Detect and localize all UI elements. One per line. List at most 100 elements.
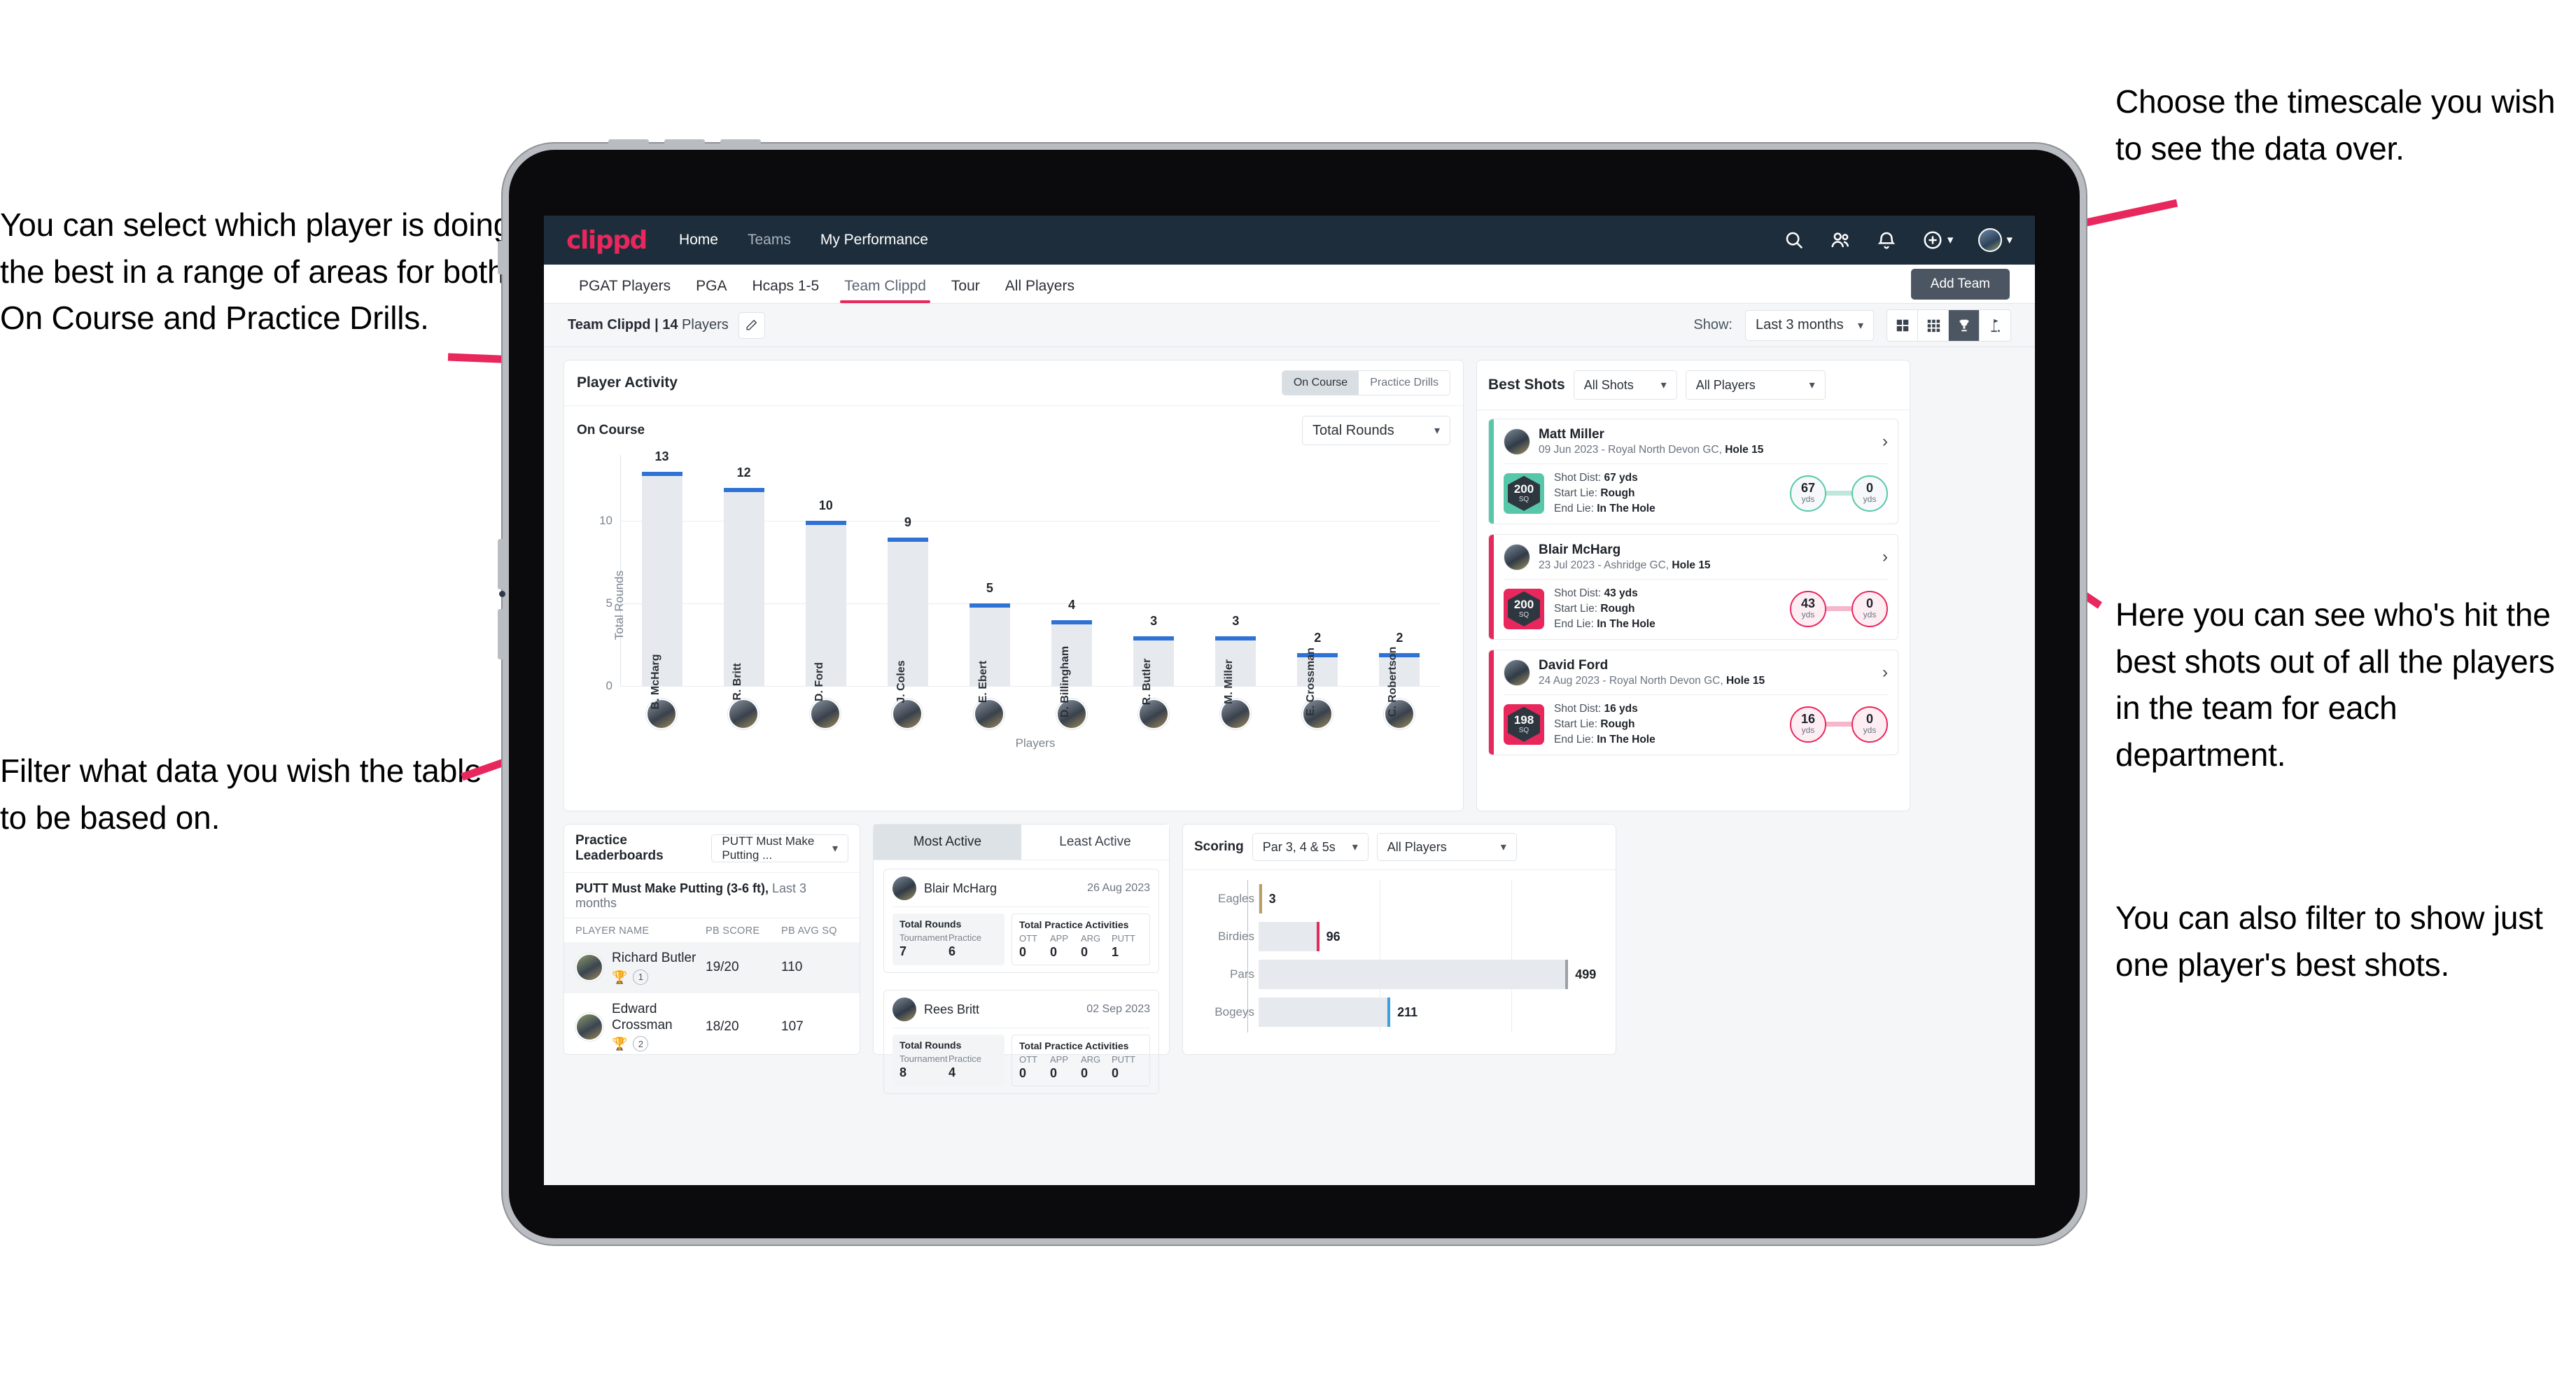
best-shot-card[interactable]: David Ford 24 Aug 2023 - Royal North Devo… — [1488, 649, 1898, 755]
player-avatar-cell — [948, 699, 1030, 729]
scoring-bar-tip — [1565, 960, 1569, 989]
metric-select[interactable]: Total Rounds ▾ — [1302, 416, 1450, 445]
chart-bar-column[interactable]: 3 R. Butler — [1113, 455, 1195, 705]
drill-select[interactable]: PUTT Must Make Putting ... ▾ — [711, 834, 848, 862]
chart-bar-column[interactable]: 13 B. McHarg — [621, 449, 703, 710]
divider — [892, 906, 1150, 907]
chart-bar[interactable]: 5 E. Ebert — [969, 581, 1010, 703]
scoring-bar — [1259, 960, 1569, 989]
par-select[interactable]: Par 3, 4 & 5s ▾ — [1252, 833, 1368, 861]
chart-bar-column[interactable]: 10 D. Ford — [785, 455, 867, 701]
chevron-right-icon[interactable]: › — [1882, 547, 1888, 567]
edit-team-button[interactable] — [738, 312, 765, 339]
tab-pgat-players[interactable]: PGAT Players — [566, 278, 683, 303]
player-avatar[interactable] — [810, 699, 841, 729]
chart-bar[interactable]: 4 D. Billingham — [1051, 598, 1093, 718]
tab-pga[interactable]: PGA — [683, 278, 739, 303]
chart-bar[interactable]: 2 C. Robertson — [1379, 631, 1420, 717]
chart-bar-column[interactable]: 9 J. Coles — [867, 455, 948, 704]
tab-least-active[interactable]: Least Active — [1021, 825, 1169, 860]
tab-team-clippd[interactable]: Team Clippd — [832, 278, 939, 303]
activity-card: Most Active Least Active Blair McHarg 26 … — [873, 824, 1170, 1094]
scoring-bar-tip — [1259, 884, 1262, 913]
chart-bar-column[interactable]: 2 C. Robertson — [1359, 455, 1441, 717]
list-item[interactable]: Blair McHarg 26 Aug 2023 Total Rounds Tourn… — [874, 860, 1169, 981]
add-menu[interactable]: ▾ — [1922, 230, 1953, 251]
chevron-right-icon[interactable]: › — [1882, 432, 1888, 451]
tab-hcaps-1-5[interactable]: Hcaps 1-5 — [739, 278, 832, 303]
chart-bar[interactable]: 12 R. Britt — [723, 465, 764, 701]
period-select[interactable]: Last 3 months ▾ — [1745, 309, 1874, 341]
scoring-bar-row[interactable]: Bogeys 211 — [1214, 993, 1604, 1031]
user-menu[interactable]: ▾ — [1978, 228, 2012, 252]
view-grid-large-button[interactable] — [1887, 309, 1918, 341]
view-golf-flag-button[interactable] — [1980, 310, 2010, 341]
best-shot-card[interactable]: Blair McHarg 23 Jul 2023 - Ashridge GC, H… — [1488, 533, 1898, 640]
shot-end-node: 0 yds — [1851, 706, 1888, 743]
chart-bar-label: D. Billingham — [1059, 645, 1072, 718]
best-shots-shot-filter[interactable]: All Shots ▾ — [1573, 370, 1677, 400]
best-shots-list: Matt Miller 09 Jun 2023 - Royal North Dev… — [1477, 410, 1910, 764]
scoring-bar-row[interactable]: Eagles 3 — [1218, 880, 1604, 918]
divider — [1504, 578, 1888, 580]
chart-bar-value: 13 — [654, 449, 669, 463]
tab-all-players[interactable]: All Players — [993, 278, 1087, 303]
table-row[interactable]: Edward Crossman 🏆 2 18/20 107 — [564, 993, 860, 1060]
list-item[interactable]: Rees Britt 02 Sep 2023 Total Rounds Tournam… — [874, 981, 1169, 1102]
scoring-bar-row[interactable]: Pars 499 — [1230, 955, 1604, 993]
chart-bar-column[interactable]: 12 R. Britt — [703, 455, 785, 701]
player-avatar[interactable] — [974, 699, 1005, 729]
chart-bar-column[interactable]: 3 M. Miller — [1195, 455, 1277, 704]
segment-practice-drills[interactable]: Practice Drills — [1359, 371, 1450, 395]
clippd-logo[interactable]: clippd — [566, 226, 648, 255]
player-avatar[interactable] — [727, 699, 759, 729]
chart-bar-label: C. Robertson — [1387, 646, 1399, 718]
chart-bar[interactable]: 3 M. Miller — [1215, 614, 1256, 704]
view-trophy-button[interactable] — [1949, 309, 1980, 341]
chart-bar[interactable]: 10 D. Ford — [805, 498, 846, 701]
plus-circle-icon[interactable] — [1922, 230, 1943, 251]
nav-item-my-performance[interactable]: My Performance — [820, 232, 928, 248]
people-icon[interactable] — [1830, 230, 1851, 251]
scoring-bar-row[interactable]: Birdies 96 — [1218, 918, 1604, 955]
player-activity-chart: Total Rounds 0 5 10 13 B. McHarg 12 R. Britt 10… — [564, 449, 1463, 811]
chart-bar-label: M. Miller — [1223, 659, 1236, 705]
shot-details: Shot Dist: 16 yds Start Lie: Rough End Lie… — [1554, 701, 1656, 748]
chart-bar[interactable]: 3 R. Butler — [1133, 614, 1175, 705]
practice-leaderboards-title: Practice Leaderboards — [575, 833, 664, 863]
tab-most-active[interactable]: Most Active — [874, 825, 1021, 860]
best-shot-card[interactable]: Matt Miller 09 Jun 2023 - Royal North Dev… — [1488, 419, 1898, 524]
drill-name: PUTT Must Make Putting (3-6 ft), — [575, 881, 769, 895]
scoring-player-select[interactable]: All Players ▾ — [1376, 833, 1517, 861]
practice-leaderboards-header: Practice Leaderboards PUTT Must Make Put… — [564, 825, 860, 873]
chart-bar-column[interactable]: 4 D. Billingham — [1030, 455, 1112, 718]
chart-bar[interactable]: 2 E. Crossman — [1297, 631, 1338, 716]
chart-bar-column[interactable]: 5 E. Ebert — [948, 455, 1030, 703]
best-shots-player-filter[interactable]: All Players ▾ — [1685, 370, 1826, 400]
nav-item-home[interactable]: Home — [679, 232, 718, 248]
shot-connector — [1826, 606, 1851, 612]
bell-icon[interactable] — [1876, 230, 1897, 251]
chart-bar[interactable]: 9 J. Coles — [887, 515, 928, 704]
end-lie-line: End Lie: In The Hole — [1554, 733, 1656, 746]
view-grid-small-button[interactable] — [1918, 309, 1949, 341]
add-team-button[interactable]: Add Team — [1910, 269, 2010, 300]
chart-bar-column[interactable]: 2 E. Crossman — [1277, 455, 1359, 716]
device-button-top-1 — [608, 139, 649, 148]
table-row[interactable]: Richard Butler 🏆 1 19/20 110 — [564, 942, 860, 993]
search-icon[interactable] — [1784, 230, 1805, 251]
best-shots-header: Best Shots All Shots ▾ All Players ▾ — [1477, 360, 1910, 410]
avatar[interactable] — [1978, 228, 2003, 252]
shot-dist-line: Shot Dist: 67 yds — [1554, 471, 1638, 484]
avatar — [575, 1012, 603, 1041]
chart-bar[interactable]: 13 B. McHarg — [641, 449, 682, 710]
avatar — [892, 876, 916, 900]
show-label: Show: — [1693, 317, 1732, 332]
total-rounds-box: Total Rounds Tournament 7 Practice 6 — [892, 913, 1004, 965]
device-button-top-2 — [664, 139, 705, 148]
nav-item-teams[interactable]: Teams — [748, 232, 791, 248]
tab-tour[interactable]: Tour — [939, 278, 993, 303]
chevron-right-icon[interactable]: › — [1882, 663, 1888, 682]
chart-bar-cap — [1051, 620, 1093, 624]
segment-on-course[interactable]: On Course — [1282, 371, 1359, 395]
